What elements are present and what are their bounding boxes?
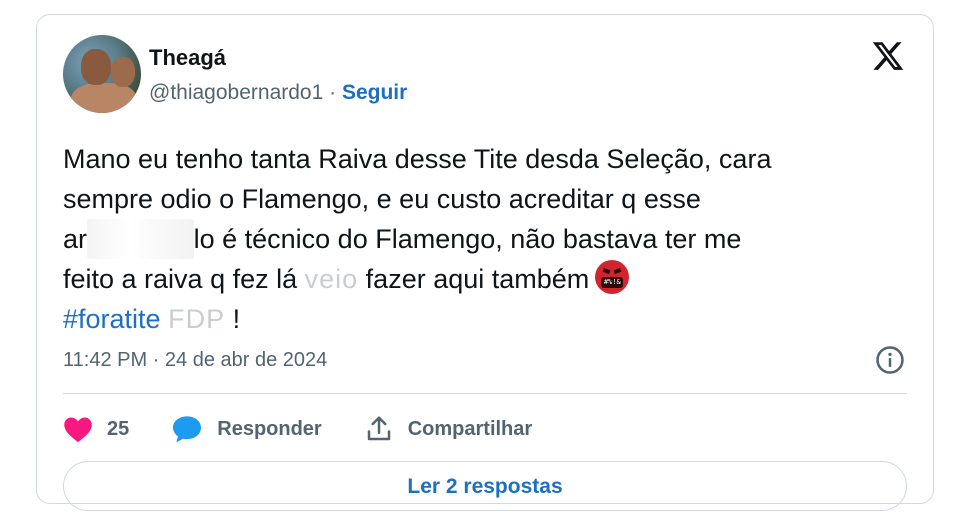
read-replies-button[interactable]: Ler 2 respostas	[63, 461, 907, 511]
tweet-line: sempre odio o Flamengo, e eu custo acred…	[63, 184, 701, 214]
hashtag-link[interactable]: #foratite	[63, 304, 161, 334]
handle-separator: ·	[323, 81, 342, 104]
handle-row: @thiagobernardo1 · Seguir	[149, 81, 407, 105]
censored-word: rombado	[87, 219, 194, 259]
tweet-timestamp[interactable]: 11:42 PM · 24 de abr de 2024	[63, 349, 327, 372]
action-bar: 25 Responder Compartilhar	[63, 411, 574, 447]
share-button[interactable]: Compartilhar	[364, 414, 532, 444]
tweet-line: Mano eu tenho tanta Raiva desse Tite des…	[63, 144, 772, 174]
reply-button[interactable]: Responder	[171, 414, 322, 444]
share-upload-icon	[367, 416, 390, 441]
tweet-text: Mano eu tenho tanta Raiva desse Tite des…	[63, 139, 923, 339]
tweet-text-segment: lo é técnico do Flamengo, não bastava te…	[193, 224, 742, 254]
info-icon[interactable]	[875, 345, 905, 375]
like-button[interactable]: 25	[63, 415, 129, 443]
tweet-text-segment: fazer aqui também	[358, 264, 590, 294]
divider	[63, 393, 907, 394]
follow-button[interactable]: Seguir	[342, 81, 407, 104]
tweet-text-segment: feito a raiva q fez lá	[63, 264, 305, 294]
tweet-text-segment: ar	[63, 224, 88, 254]
x-logo-icon[interactable]	[871, 39, 905, 73]
tweet-line: #foratite FDP !	[63, 299, 923, 339]
emoji-symbols: #%!&	[601, 277, 624, 288]
tweet-card: Theagá @thiagobernardo1 · Seguir Mano eu…	[36, 14, 934, 511]
user-handle[interactable]: @thiagobernardo1	[149, 81, 323, 104]
avatar[interactable]	[63, 35, 141, 113]
censored-word: veio	[304, 264, 359, 294]
display-name[interactable]: Theagá	[149, 45, 226, 71]
speech-bubble-icon	[173, 416, 202, 443]
heart-icon	[64, 417, 92, 443]
cursing-face-emoji: #%!&	[595, 260, 630, 294]
censored-word: FDP	[168, 304, 226, 334]
share-label: Compartilhar	[407, 417, 533, 440]
like-count: 25	[107, 417, 130, 440]
reply-label: Responder	[217, 417, 322, 440]
tweet-line: feito a raiva q fez lá veio fazer aqui t…	[63, 259, 923, 299]
tweet-text-segment: !	[225, 304, 241, 334]
tweet-line: arrombadolo é técnico do Flamengo, não b…	[63, 219, 923, 259]
